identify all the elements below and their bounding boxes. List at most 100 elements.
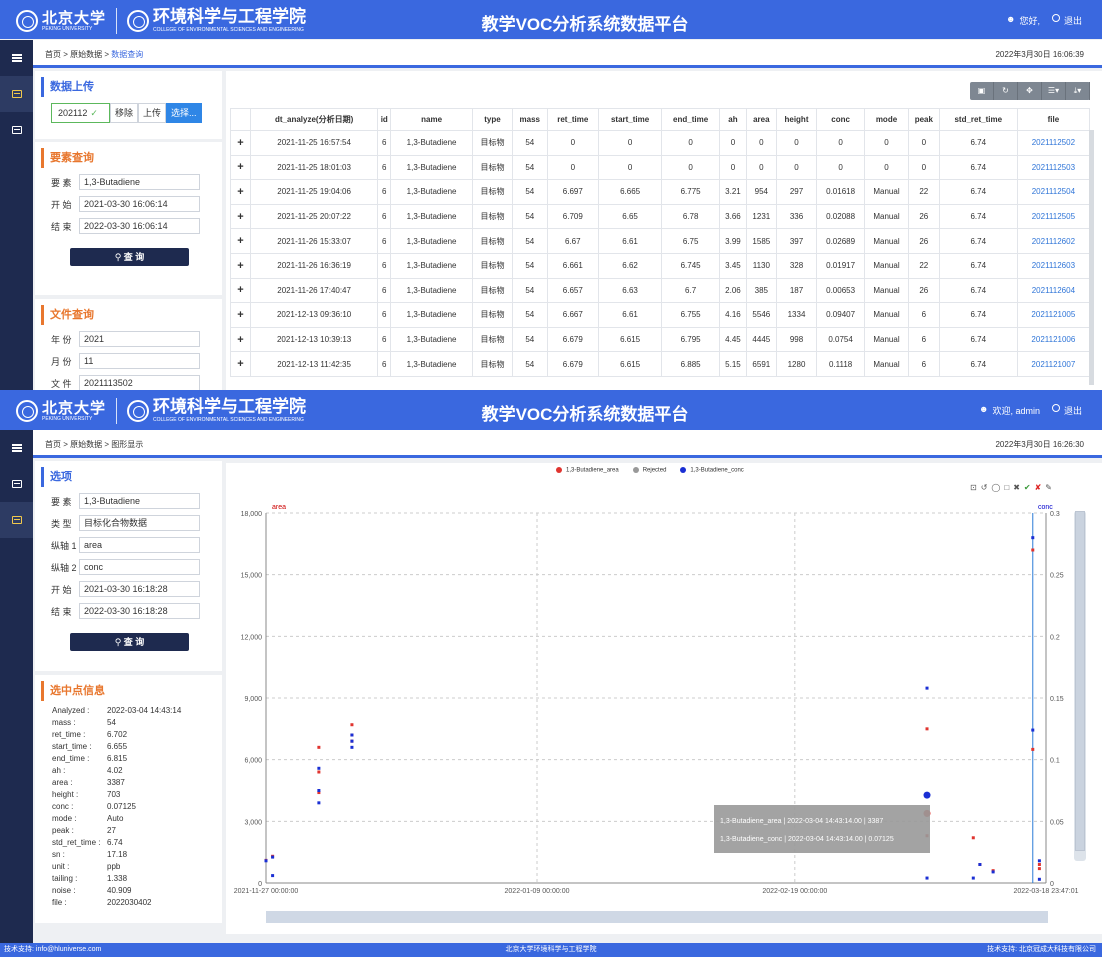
column-header[interactable]: dt_analyze(分析日期) [249, 108, 379, 131]
end-input-2[interactable]: 2022-03-30 16:18:28 [79, 603, 200, 619]
export-icon[interactable]: ⤓▾ [1066, 82, 1090, 100]
file-input[interactable]: 2021113502 [79, 375, 200, 390]
start-input[interactable]: 2021-03-30 16:06:14 [79, 196, 200, 212]
expand-row-icon[interactable]: + [230, 326, 251, 353]
columns-icon[interactable]: ☰▾ [1042, 82, 1066, 100]
menu-toggle[interactable] [0, 40, 33, 76]
expand-row-icon[interactable]: + [230, 179, 251, 205]
table-row[interactable]: +2021-12-13 09:36:10 6 1,3-Butadiene 目标物 54 6… [230, 302, 1091, 328]
y2-select[interactable]: conc [79, 559, 200, 575]
column-header[interactable]: std_ret_time [938, 108, 1018, 131]
expand-row-icon[interactable]: + [230, 203, 251, 230]
table-row[interactable]: +2021-11-25 18:01:03 6 1,3-Butadiene 目标物 54 0… [230, 154, 1091, 181]
nav-chart[interactable] [0, 112, 33, 148]
month-input[interactable]: 11 [79, 353, 200, 369]
table-row[interactable]: +2021-11-25 19:04:06 6 1,3-Butadiene 目标物 54 6… [230, 179, 1091, 205]
query-button-2[interactable]: ⚲ 查 询 [70, 633, 189, 651]
column-header[interactable]: type [471, 108, 514, 131]
file-link[interactable]: 2021121007 [1031, 360, 1075, 369]
column-header[interactable]: end_time [661, 108, 721, 131]
column-header[interactable]: ret_time [546, 108, 600, 131]
table-row[interactable]: +2021-11-26 16:36:19 6 1,3-Butadiene 目标物 54 6… [230, 252, 1091, 279]
user-greeting-2[interactable]: ☻ 欢迎, admin [979, 404, 1040, 417]
column-header[interactable]: start_time [598, 108, 663, 131]
start-input-2[interactable]: 2021-03-30 16:18:28 [79, 581, 200, 597]
column-header[interactable]: peak [907, 108, 940, 131]
year-input[interactable]: 2021 [79, 331, 200, 347]
column-header[interactable]: ah [719, 108, 747, 131]
expand-row-icon[interactable]: + [230, 277, 251, 304]
nav-data-query-2[interactable] [0, 466, 33, 502]
y2-label: 纵轴 2 [51, 562, 77, 573]
file-link[interactable]: 2021112502 [1032, 138, 1075, 147]
remove-button[interactable]: 移除 [110, 103, 139, 123]
expand-row-icon[interactable]: + [230, 228, 251, 254]
table-row[interactable]: +2021-12-13 11:42:35 6 1,3-Butadiene 目标物 54 6… [230, 351, 1091, 377]
crumb-home[interactable]: 首页 > [45, 50, 68, 59]
table-row[interactable]: +2021-11-26 17:40:47 6 1,3-Butadiene 目标物 54 6… [230, 277, 1091, 304]
x-zoom-handle[interactable] [266, 911, 1048, 923]
crumb-raw-2[interactable]: 原始数据 > [70, 440, 109, 449]
nav-chart-2[interactable] [0, 502, 33, 538]
table-cell: 目标物 [471, 326, 514, 353]
table-scrollbar[interactable] [1089, 130, 1094, 385]
table-row[interactable]: +2021-11-25 20:07:22 6 1,3-Butadiene 目标物 54 6… [230, 203, 1091, 230]
fullscreen-icon[interactable]: ✥ [1018, 82, 1042, 100]
column-header[interactable]: name [390, 108, 473, 131]
expand-row-icon[interactable]: + [230, 351, 251, 377]
conc-point [1031, 536, 1035, 540]
toggle-icon[interactable]: ▣ [970, 82, 994, 100]
nav-data-query[interactable] [0, 76, 33, 112]
column-header[interactable]: mass [512, 108, 548, 131]
expand-row-icon[interactable]: + [230, 154, 251, 181]
table-cell: 6.78 [661, 203, 721, 230]
query-button[interactable]: ⚲ 查 询 [70, 248, 189, 266]
breadcrumb-2: 首页 > 原始数据 > 图形显示 [45, 439, 143, 450]
y1-tick-label: 9,000 [244, 696, 262, 703]
y-zoom-handle[interactable] [1075, 511, 1085, 851]
breadcrumb: 首页 > 原始数据 > 数据查询 [45, 49, 143, 60]
expand-row-icon[interactable]: + [230, 252, 251, 279]
upload-file-field[interactable]: 202112 ✓ [51, 103, 110, 123]
upload-button[interactable]: 上传 [138, 103, 167, 123]
expand-row-icon[interactable]: + [230, 302, 251, 328]
column-header[interactable]: area [745, 108, 777, 131]
scatter-chart[interactable]: 0 3,000 6,000 9,000 12,000 15,000 18,000 0 0.05 0… [226, 463, 1102, 903]
y-zoom-slider[interactable] [1074, 511, 1086, 861]
table-cell: 54 [512, 252, 548, 279]
info-value: 27 [107, 826, 116, 835]
file-link[interactable]: 2021112604 [1032, 286, 1075, 295]
file-link[interactable]: 2021112505 [1032, 212, 1075, 221]
x-zoom-slider[interactable] [266, 911, 1048, 923]
column-header[interactable]: file [1016, 108, 1091, 131]
y1-select[interactable]: area [79, 537, 200, 553]
file-link[interactable]: 2021112504 [1032, 187, 1075, 196]
footer-center: 北京大学环境科学与工程学院 [505, 946, 597, 953]
logout-button-2[interactable]: 退出 [1051, 404, 1082, 417]
menu-toggle-2[interactable] [0, 430, 33, 466]
file-link[interactable]: 2021112603 [1032, 261, 1075, 270]
column-header[interactable]: mode [864, 108, 909, 131]
column-header[interactable]: id [377, 108, 392, 131]
element-select[interactable]: 1,3-Butadiene [79, 493, 200, 509]
file-link[interactable]: 2021121006 [1031, 335, 1075, 344]
choose-file-button[interactable]: 选择... [166, 103, 202, 123]
crumb-home-2[interactable]: 首页 > [45, 440, 68, 449]
table-row[interactable]: +2021-12-13 10:39:13 6 1,3-Butadiene 目标物 54 6… [230, 326, 1091, 353]
refresh-icon[interactable]: ↻ [994, 82, 1018, 100]
file-link[interactable]: 2021112503 [1032, 163, 1075, 172]
table-row[interactable]: +2021-11-25 16:57:54 6 1,3-Butadiene 目标物 54 0… [230, 130, 1091, 156]
table-row[interactable]: +2021-11-26 15:33:07 6 1,3-Butadiene 目标物 54 6… [230, 228, 1091, 254]
element-input[interactable]: 1,3-Butadiene [79, 174, 200, 190]
table-cell: 2.06 [719, 277, 747, 304]
file-link[interactable]: 2021121005 [1031, 310, 1075, 319]
column-header[interactable]: conc [816, 108, 866, 131]
logout-button[interactable]: 退出 [1051, 14, 1082, 27]
column-header[interactable]: height [775, 108, 818, 131]
end-input[interactable]: 2022-03-30 16:06:14 [79, 218, 200, 234]
crumb-raw[interactable]: 原始数据 > [70, 50, 109, 59]
expand-row-icon[interactable]: + [230, 130, 251, 156]
file-link[interactable]: 2021112602 [1032, 237, 1075, 246]
user-greeting[interactable]: ☻ 您好, [1006, 14, 1040, 27]
type-select[interactable]: 目标化合物数据 [79, 515, 200, 531]
